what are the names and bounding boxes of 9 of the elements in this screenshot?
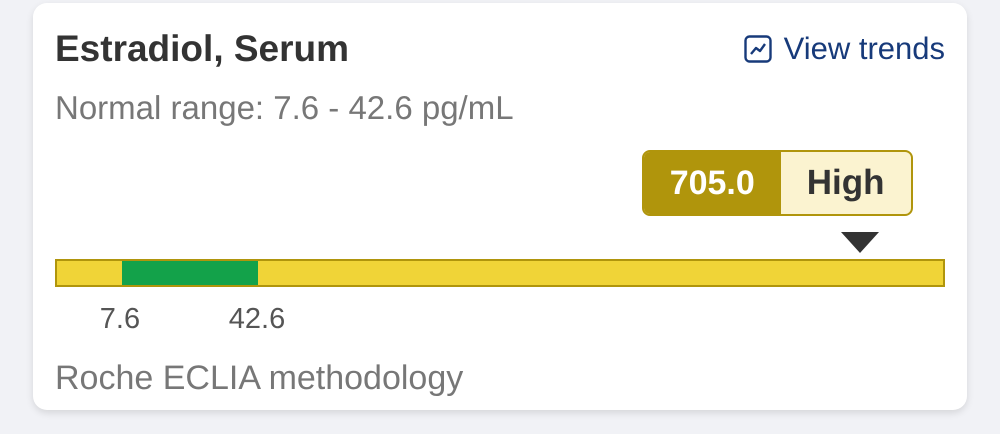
trend-chart-icon (744, 35, 772, 63)
view-trends-link[interactable]: View trends (744, 31, 945, 67)
normal-range-text: Normal range: 7.6 - 42.6 pg/mL (55, 89, 515, 127)
methodology-note: Roche ECLIA methodology (55, 359, 464, 398)
tick-label: 7.6 (100, 303, 140, 336)
test-title: Estradiol, Serum (55, 28, 350, 70)
tick-label: 42.6 (228, 303, 286, 336)
status-label: High (806, 162, 886, 204)
result-value: 705.0 (644, 152, 781, 214)
